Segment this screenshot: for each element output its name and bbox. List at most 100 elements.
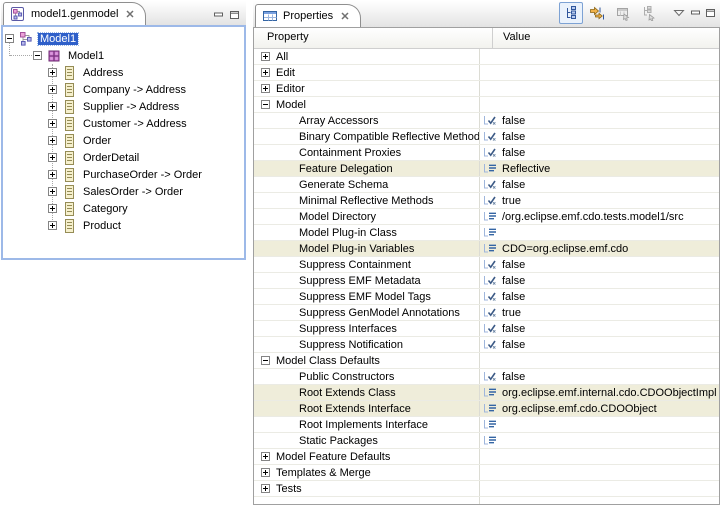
property-row-suppress-notification[interactable]: Suppress Notificationfalse	[254, 337, 719, 353]
value-cell[interactable]: true	[479, 193, 719, 208]
tree-item-model1[interactable]: Model1	[3, 30, 244, 47]
category-row-model[interactable]: Model	[254, 97, 719, 113]
value-cell[interactable]: false	[479, 273, 719, 288]
property-row-suppress-interfaces[interactable]: Suppress Interfacesfalse	[254, 321, 719, 337]
expand-box-icon[interactable]	[48, 187, 57, 196]
collapse-box-icon[interactable]	[33, 51, 42, 60]
value-cell[interactable]	[479, 417, 719, 432]
property-row-root-extends-interface[interactable]: Root Extends Interfaceorg.eclipse.emf.cd…	[254, 401, 719, 417]
collapse-box-icon[interactable]	[5, 34, 14, 43]
expand-box-icon[interactable]	[261, 452, 270, 461]
close-icon[interactable]	[340, 11, 350, 21]
property-row-suppress-genmodel-annotations[interactable]: Suppress GenModel Annotationstrue	[254, 305, 719, 321]
column-header-property[interactable]: Property	[254, 28, 492, 48]
property-row-feature-delegation[interactable]: Feature DelegationReflective	[254, 161, 719, 177]
property-row-binary-compatible-reflective-methods[interactable]: Binary Compatible Reflective Methodsfals…	[254, 129, 719, 145]
property-row-model-plug-in-class[interactable]: Model Plug-in Class	[254, 225, 719, 241]
expand-box-icon[interactable]	[261, 68, 270, 77]
property-row-suppress-emf-metadata[interactable]: Suppress EMF Metadatafalse	[254, 273, 719, 289]
maximize-icon[interactable]	[704, 7, 717, 19]
value-cell[interactable]: false	[479, 321, 719, 336]
editor-tab[interactable]: model1.genmodel	[3, 2, 146, 25]
expand-box-icon[interactable]	[48, 102, 57, 111]
show-advanced-properties-button[interactable]	[585, 2, 609, 24]
category-label: Tests	[276, 483, 302, 495]
value-cell[interactable]: CDO=org.eclipse.emf.cdo	[479, 241, 719, 256]
genclass-icon	[61, 99, 77, 115]
expand-box-icon[interactable]	[48, 204, 57, 213]
property-label: Generate Schema	[299, 179, 388, 191]
tree-item-salesorder-order[interactable]: SalesOrder -> Order	[3, 183, 244, 200]
expand-box-icon[interactable]	[48, 170, 57, 179]
tree-item-category[interactable]: Category	[3, 200, 244, 217]
property-row-containment-proxies[interactable]: Containment Proxiesfalse	[254, 145, 719, 161]
value-cell[interactable]: false	[479, 113, 719, 128]
view-menu-icon[interactable]	[671, 9, 687, 17]
tree-item-purchaseorder-order[interactable]: PurchaseOrder -> Order	[3, 166, 244, 183]
tree-item-company-address[interactable]: Company -> Address	[3, 81, 244, 98]
show-categories-button[interactable]	[559, 2, 583, 24]
category-row-model-class-defaults[interactable]: Model Class Defaults	[254, 353, 719, 369]
text-icon	[483, 243, 498, 254]
tree-item-product[interactable]: Product	[3, 217, 244, 234]
tree-item-label: Address	[81, 67, 125, 79]
tree-item-order[interactable]: Order	[3, 132, 244, 149]
genclass-icon	[61, 184, 77, 200]
category-row-edit[interactable]: Edit	[254, 65, 719, 81]
property-row-minimal-reflective-methods[interactable]: Minimal Reflective Methodstrue	[254, 193, 719, 209]
value-cell[interactable]: false	[479, 337, 719, 352]
property-row-suppress-emf-model-tags[interactable]: Suppress EMF Model Tagsfalse	[254, 289, 719, 305]
property-row-public-constructors[interactable]: Public Constructorsfalse	[254, 369, 719, 385]
value-cell[interactable]: false	[479, 369, 719, 384]
property-row-root-implements-interface[interactable]: Root Implements Interface	[254, 417, 719, 433]
expand-box-icon[interactable]	[48, 221, 57, 230]
tree-item-address[interactable]: Address	[3, 64, 244, 81]
expand-box-icon[interactable]	[48, 85, 57, 94]
tree-item-model1[interactable]: Model1	[3, 47, 244, 64]
value-cell[interactable]: org.eclipse.emf.cdo.CDOObject	[479, 401, 719, 416]
collapse-box-icon[interactable]	[261, 100, 270, 109]
expand-box-icon[interactable]	[261, 468, 270, 477]
value-cell[interactable]	[479, 225, 719, 240]
category-row-templates-merge[interactable]: Templates & Merge	[254, 465, 719, 481]
expand-box-icon[interactable]	[48, 119, 57, 128]
property-row-root-extends-class[interactable]: Root Extends Classorg.eclipse.emf.intern…	[254, 385, 719, 401]
expand-box-icon[interactable]	[261, 484, 270, 493]
value-cell[interactable]: false	[479, 289, 719, 304]
properties-tab[interactable]: Properties	[255, 4, 361, 27]
expand-box-icon[interactable]	[261, 84, 270, 93]
property-row-model-plug-in-variables[interactable]: Model Plug-in VariablesCDO=org.eclipse.e…	[254, 241, 719, 257]
close-icon[interactable]	[125, 9, 135, 19]
minimize-icon[interactable]	[689, 7, 702, 19]
property-row-static-packages[interactable]: Static Packages	[254, 433, 719, 449]
maximize-icon[interactable]	[228, 9, 241, 21]
properties-tabstrip: Properties	[253, 1, 720, 27]
property-row-array-accessors[interactable]: Array Accessorsfalse	[254, 113, 719, 129]
value-cell[interactable]: /org.eclipse.emf.cdo.tests.model1/src	[479, 209, 719, 224]
value-cell[interactable]: Reflective	[479, 161, 719, 176]
collapse-box-icon[interactable]	[261, 356, 270, 365]
property-row-generate-schema[interactable]: Generate Schema false	[254, 177, 719, 193]
value-cell[interactable]: org.eclipse.emf.internal.cdo.CDOObjectIm…	[479, 385, 719, 400]
expand-box-icon[interactable]	[48, 68, 57, 77]
value-cell[interactable]: false	[479, 145, 719, 160]
category-row-all[interactable]: All	[254, 49, 719, 65]
value-cell[interactable]	[479, 433, 719, 448]
tree-item-orderdetail[interactable]: OrderDetail	[3, 149, 244, 166]
value-cell[interactable]: false	[479, 129, 719, 144]
category-row-tests[interactable]: Tests	[254, 481, 719, 497]
property-row-model-directory[interactable]: Model Directory/org.eclipse.emf.cdo.test…	[254, 209, 719, 225]
expand-box-icon[interactable]	[48, 153, 57, 162]
value-cell[interactable]: true	[479, 305, 719, 320]
property-row-suppress-containment[interactable]: Suppress Containmentfalse	[254, 257, 719, 273]
tree-item-supplier-address[interactable]: Supplier -> Address	[3, 98, 244, 115]
minimize-icon[interactable]	[212, 9, 225, 21]
value-cell[interactable]: false	[479, 177, 719, 192]
value-cell[interactable]: false	[479, 257, 719, 272]
category-row-model-feature-defaults[interactable]: Model Feature Defaults	[254, 449, 719, 465]
column-header-value[interactable]: Value	[492, 28, 719, 48]
category-row-editor[interactable]: Editor	[254, 81, 719, 97]
tree-item-customer-address[interactable]: Customer -> Address	[3, 115, 244, 132]
expand-box-icon[interactable]	[48, 136, 57, 145]
expand-box-icon[interactable]	[261, 52, 270, 61]
